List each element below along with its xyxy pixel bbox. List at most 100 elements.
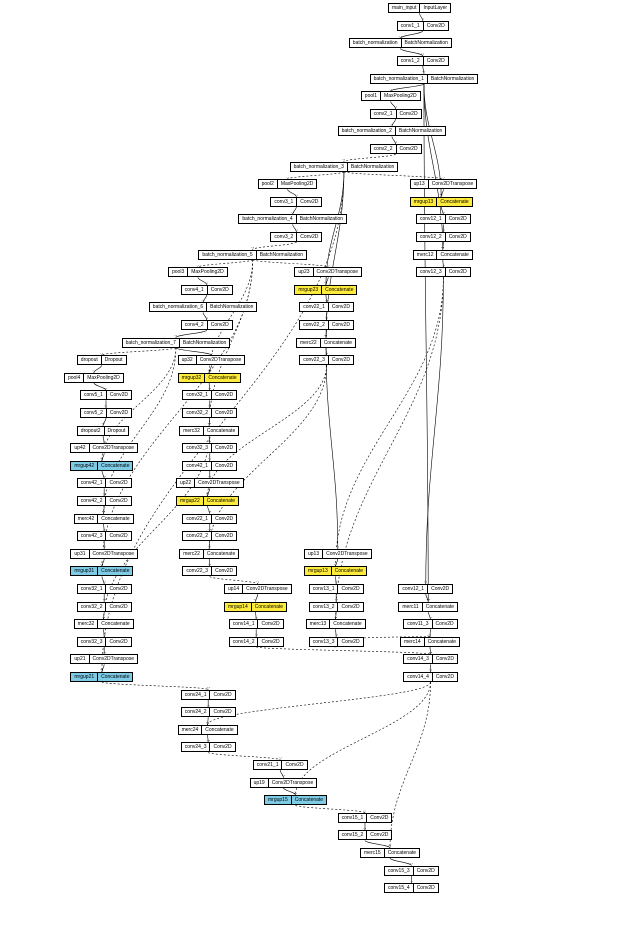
node-id-label: up42 [71, 444, 89, 452]
node-id-label: conv1_2 [398, 57, 424, 65]
node-id-label: mrgup32 [179, 374, 206, 382]
edge-bn5-conv3_2 [293, 224, 297, 232]
node-up23: up23Conv2DTranspose [294, 267, 362, 277]
edge-merc42-conv42_3 [104, 524, 105, 532]
node-type-label: Conv2D [424, 22, 448, 30]
node-type-label: Conv2D [212, 409, 236, 417]
node-type-label: Conv2DTranspose [269, 779, 317, 787]
node-id-label: up13 [305, 550, 323, 558]
node-type-label: Conv2D [208, 321, 232, 329]
node-type-label: Concatenate [437, 251, 471, 259]
node-conv2_1: conv2_1Conv2D [370, 109, 422, 119]
edge-bn4-pool2 [287, 172, 343, 180]
node-mrgup13: mrgup13Concatenate [410, 197, 473, 207]
node-type-label: Conv2D [282, 761, 306, 769]
node-type-label: Conv2D [106, 603, 130, 611]
node-type-label: Conv2D [397, 110, 421, 118]
edge-conv2_1-bn3 [392, 119, 396, 127]
node-type-label: Concatenate [425, 638, 459, 646]
node-merc14: merc14Concatenate [400, 637, 460, 647]
node-type-label: Conv2D [106, 638, 130, 646]
node-id-label: mrgup42 [71, 462, 98, 470]
node-id-label: conv22_1 [300, 303, 329, 311]
edge-conv12_3-conv12c_1 [426, 277, 444, 584]
node-type-label: Concatenate [423, 603, 457, 611]
edge-conv14_2-conv14_3 [256, 647, 430, 655]
node-type-label: BatchNormalization [396, 127, 445, 135]
node-type-label: Conv2D [414, 867, 438, 875]
node-conv32_3: conv32_3Conv2D [182, 443, 237, 453]
node-id-label: conv24_3 [182, 743, 211, 751]
node-type-label: Conv2D [414, 884, 438, 892]
edge-merc13-conv13_3 [336, 629, 337, 637]
node-merc42: merc42Concatenate [74, 514, 134, 524]
node-up21: up21Conv2DTranspose [70, 654, 138, 664]
node-id-label: merc12 [414, 251, 438, 259]
node-type-label: Conv2D [106, 497, 130, 505]
node-id-label: conv14_4 [404, 673, 433, 681]
edge-conv21x_1-up19 [280, 770, 283, 778]
node-conv13_1: conv13_1Conv2D [309, 584, 364, 594]
node-id-label: merc22 [180, 550, 204, 558]
node-id-label: conv13_1 [310, 585, 339, 593]
graph-canvas: main_inputInputLayerconv1_1Conv2Dbatch_n… [0, 0, 640, 944]
node-id-label: merc13 [307, 620, 331, 628]
edge-mrgup23-conv22_1 [326, 295, 327, 303]
node-merc11: merc11Concatenate [398, 602, 458, 612]
node-type-label: Conv2D [297, 233, 321, 241]
node-type-label: Conv2D [329, 321, 353, 329]
node-type-label: Conv2D [107, 409, 131, 417]
edge-bn8-up32 [176, 348, 211, 356]
edge-conv1_2-bn2 [423, 66, 424, 74]
node-type-label: Conv2D [212, 532, 236, 540]
node-id-label: up14 [225, 585, 243, 593]
node-id-label: conv14_2 [230, 638, 259, 646]
node-conv22b_3: conv22_3Conv2D [182, 566, 237, 576]
node-bn5: batch_normalization_4BatchNormalization [238, 214, 347, 224]
edge-bn2-merc11 [424, 84, 428, 602]
node-id-label: conv21_1 [254, 761, 283, 769]
node-up19: up19Conv2DTranspose [250, 778, 318, 788]
edge-merc14-conv14_3 [430, 647, 431, 655]
node-id-label: merc32 [75, 620, 99, 628]
node-id-label: batch_normalization_5 [199, 251, 256, 259]
node-id-label: conv1_1 [398, 22, 424, 30]
edge-merc32b-conv32b_3 [104, 629, 105, 637]
node-conv5_1: conv5_1Conv2D [80, 390, 132, 400]
node-type-label: MaxPooling2D [84, 374, 123, 382]
node-id-label: batch_normalization [350, 39, 402, 47]
node-id-label: pool1 [362, 92, 381, 100]
node-mrgup15: mrgup15Concatenate [264, 795, 327, 805]
edge-mrgup15-conv15_1 [296, 805, 365, 813]
edge-up23-mrgup23 [326, 277, 328, 285]
node-type-label: Conv2DTranspose [90, 444, 138, 452]
node-conv1_1: conv1_1Conv2D [397, 21, 449, 31]
node-type-label: Concatenate [321, 339, 355, 347]
node-id-label: conv15_2 [339, 831, 368, 839]
node-id-label: conv22_3 [183, 567, 212, 575]
edge-up13-mrgup13 [441, 189, 443, 197]
node-type-label: Concatenate [330, 620, 364, 628]
node-type-label: Conv2D [106, 532, 130, 540]
node-mrgup13b: mrgup13Concatenate [304, 566, 367, 576]
node-type-label: Conv2D [424, 57, 448, 65]
node-merc12: merc12Concatenate [413, 250, 473, 260]
node-merc24: merc24Concatenate [178, 725, 238, 735]
node-pool1: pool1MaxPooling2D [361, 91, 421, 101]
edge-conv2_2-bn4 [344, 154, 396, 162]
node-type-label: Conv2D [446, 268, 470, 276]
node-id-label: batch_normalization_6 [150, 303, 207, 311]
node-dropout: dropoutDropout [77, 355, 127, 365]
node-id-label: batch_normalization_7 [123, 339, 180, 347]
node-type-label: Conv2D [433, 673, 457, 681]
node-type-label: BatchNormalization [297, 215, 346, 223]
node-conv3_1: conv3_1Conv2D [270, 197, 322, 207]
node-id-label: conv22_1 [183, 515, 212, 523]
node-conv32b_3: conv32_3Conv2D [77, 637, 132, 647]
node-id-label: conv22_2 [300, 321, 329, 329]
node-id-label: conv42_1 [183, 462, 212, 470]
edge-conv32b_2-merc32b [104, 612, 105, 620]
node-type-label: BatchNormalization [207, 303, 256, 311]
node-type-label: Conv2D [397, 145, 421, 153]
node-id-label: conv12_2 [417, 233, 446, 241]
